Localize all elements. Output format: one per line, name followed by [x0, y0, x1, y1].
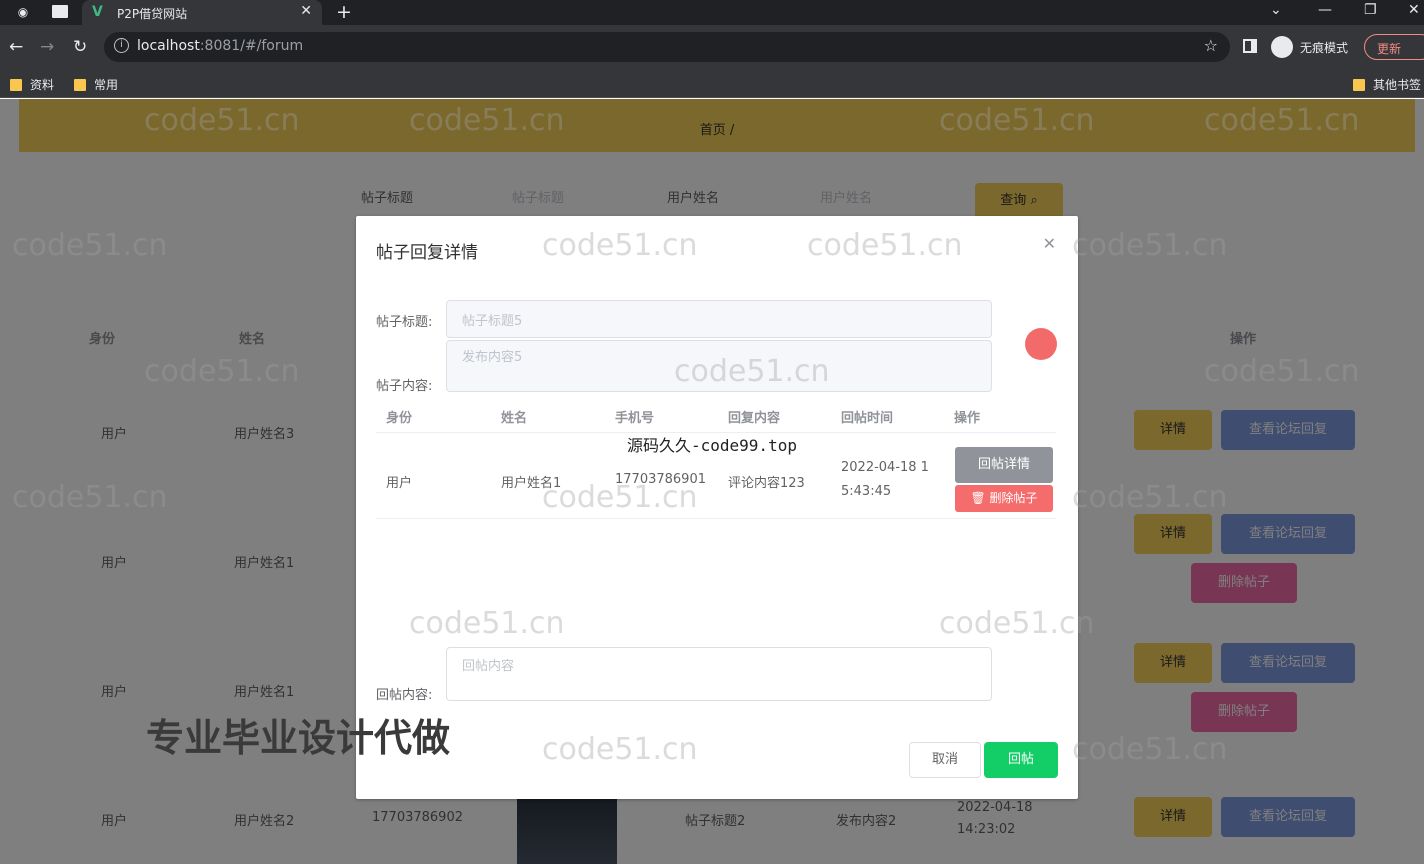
folder-icon — [74, 78, 86, 91]
watermark: code51.cn — [542, 480, 698, 515]
reply-delete-label: 删除帖子 — [989, 491, 1038, 505]
watermark: code51.cn — [1072, 732, 1228, 767]
table-row-divider — [376, 518, 1056, 519]
watermark: code51.cn — [409, 606, 565, 641]
globe-icon[interactable]: ◉ — [14, 4, 32, 20]
watermark: code51.cn — [12, 228, 168, 263]
tab-p2p[interactable]: V P2P借贷网站 ✕ — [82, 0, 322, 25]
url-host: localhost — [137, 38, 200, 54]
dialog-title: 帖子回复详情 — [376, 243, 478, 263]
browser-tab-bar: ◉ V P2P借贷网站 ✕ + ⌄ — ❐ ✕ — [0, 0, 1424, 25]
reply-col-name: 姓名 — [501, 411, 528, 426]
watermark: code51.cn — [409, 103, 565, 138]
update-button[interactable]: 更新 — [1364, 34, 1424, 60]
url-input[interactable]: i localhost:8081/#/forum ☆ — [104, 32, 1230, 62]
url-path: :8081/#/forum — [199, 38, 304, 54]
info-icon[interactable]: i — [114, 38, 129, 53]
watermark: code51.cn — [542, 732, 698, 767]
watermark: code51.cn — [939, 606, 1095, 641]
reply-input-label: 回帖内容: — [376, 688, 433, 703]
url-text: localhost:8081/#/forum — [137, 38, 303, 54]
minimize-icon[interactable]: — — [1318, 2, 1332, 18]
reply-time-line2: 5:43:45 — [841, 484, 892, 499]
other-bookmarks[interactable]: 其他书签 — [1353, 76, 1421, 93]
address-bar: ← → ↻ i localhost:8081/#/forum ☆ 无痕模式 更新 — [0, 25, 1424, 70]
cursor-highlight — [1025, 328, 1057, 360]
source-watermark: 源码久久-code99.top — [627, 436, 797, 455]
watermark: code51.cn — [144, 354, 300, 389]
watermark: code51.cn — [144, 103, 300, 138]
reply-content: 评论内容123 — [728, 476, 805, 491]
reply-identity: 用户 — [386, 476, 413, 491]
forward-icon[interactable]: → — [40, 37, 54, 57]
new-tab-icon[interactable]: + — [336, 1, 352, 23]
post-title-field[interactable]: 帖子标题5 — [446, 300, 992, 338]
bookmark-folder-2[interactable]: 常用 — [74, 76, 118, 93]
reply-delete-button[interactable]: 🗑 删除帖子 — [955, 485, 1053, 512]
reply-col-actions: 操作 — [954, 411, 981, 426]
reply-detail-dialog: 帖子回复详情 ✕ 帖子标题: 帖子标题5 帖子内容: 发布内容5 身份 姓名 手… — [356, 216, 1078, 799]
watermark: code51.cn — [1204, 103, 1360, 138]
reply-input[interactable]: 回帖内容 — [446, 647, 992, 701]
bookmark-label: 常用 — [94, 78, 119, 92]
promo-overlay: 专业毕业设计代做 — [146, 716, 451, 760]
watermark: code51.cn — [939, 103, 1095, 138]
watermark: code51.cn — [1072, 480, 1228, 515]
close-icon[interactable]: ✕ — [1043, 234, 1056, 253]
reply-detail-button[interactable]: 回帖详情 — [955, 447, 1053, 483]
post-title-label: 帖子标题: — [376, 315, 433, 330]
watermark: code51.cn — [542, 228, 698, 263]
back-icon[interactable]: ← — [9, 37, 23, 57]
reload-icon[interactable]: ↻ — [73, 37, 87, 57]
watermark: code51.cn — [1204, 354, 1360, 389]
bookmark-label: 资料 — [30, 78, 55, 92]
tab-title: P2P借贷网站 — [117, 7, 188, 21]
bookmarks-bar: 资料 常用 其他书签 — [0, 70, 1424, 98]
incognito-label: 无痕模式 — [1300, 41, 1349, 55]
reply-col-identity: 身份 — [386, 411, 413, 426]
cancel-button[interactable]: 取消 — [909, 742, 981, 778]
reply-col-phone: 手机号 — [615, 411, 655, 426]
watermark: code51.cn — [12, 480, 168, 515]
restore-icon[interactable]: ❐ — [1364, 2, 1377, 18]
incognito-icon[interactable] — [1271, 36, 1293, 58]
vue-logo-icon: V — [92, 4, 103, 20]
watermark: code51.cn — [1072, 228, 1228, 263]
side-panel-icon[interactable] — [1243, 39, 1257, 53]
bookmark-star-icon[interactable]: ☆ — [1204, 36, 1218, 55]
trash-icon: 🗑 — [970, 491, 986, 505]
post-content-label: 帖子内容: — [376, 379, 433, 394]
bookmark-folder-1[interactable]: 资料 — [10, 76, 54, 93]
reply-col-time: 回帖时间 — [841, 411, 894, 426]
reply-col-content: 回复内容 — [728, 411, 781, 426]
window-icon[interactable] — [52, 5, 68, 18]
folder-icon — [1353, 78, 1365, 91]
watermark: code51.cn — [674, 354, 830, 389]
tab-close-icon[interactable]: ✕ — [300, 3, 312, 19]
other-bookmarks-label: 其他书签 — [1373, 78, 1422, 92]
reply-time-line1: 2022-04-18 1 — [841, 460, 929, 475]
window-close-icon[interactable]: ✕ — [1408, 2, 1420, 18]
reply-submit-button[interactable]: 回帖 — [984, 742, 1058, 778]
folder-icon — [10, 78, 22, 91]
tab-search-icon[interactable]: ⌄ — [1270, 2, 1282, 18]
watermark: code51.cn — [807, 228, 963, 263]
